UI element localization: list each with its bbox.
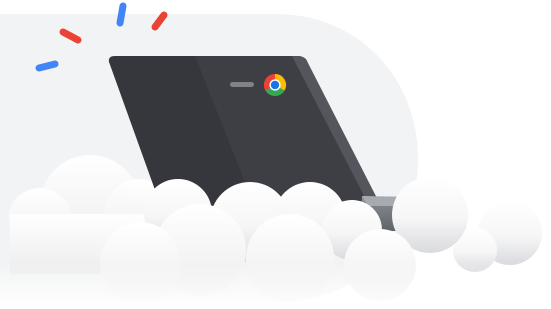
accent-dash-blue-top: [116, 2, 127, 27]
chrome-logo-icon: [263, 74, 287, 97]
chromebook-illustration: [0, 2, 551, 309]
camera-bar: [230, 82, 254, 87]
accent-dash-blue-left: [35, 60, 59, 72]
bottom-fade: [0, 262, 551, 309]
